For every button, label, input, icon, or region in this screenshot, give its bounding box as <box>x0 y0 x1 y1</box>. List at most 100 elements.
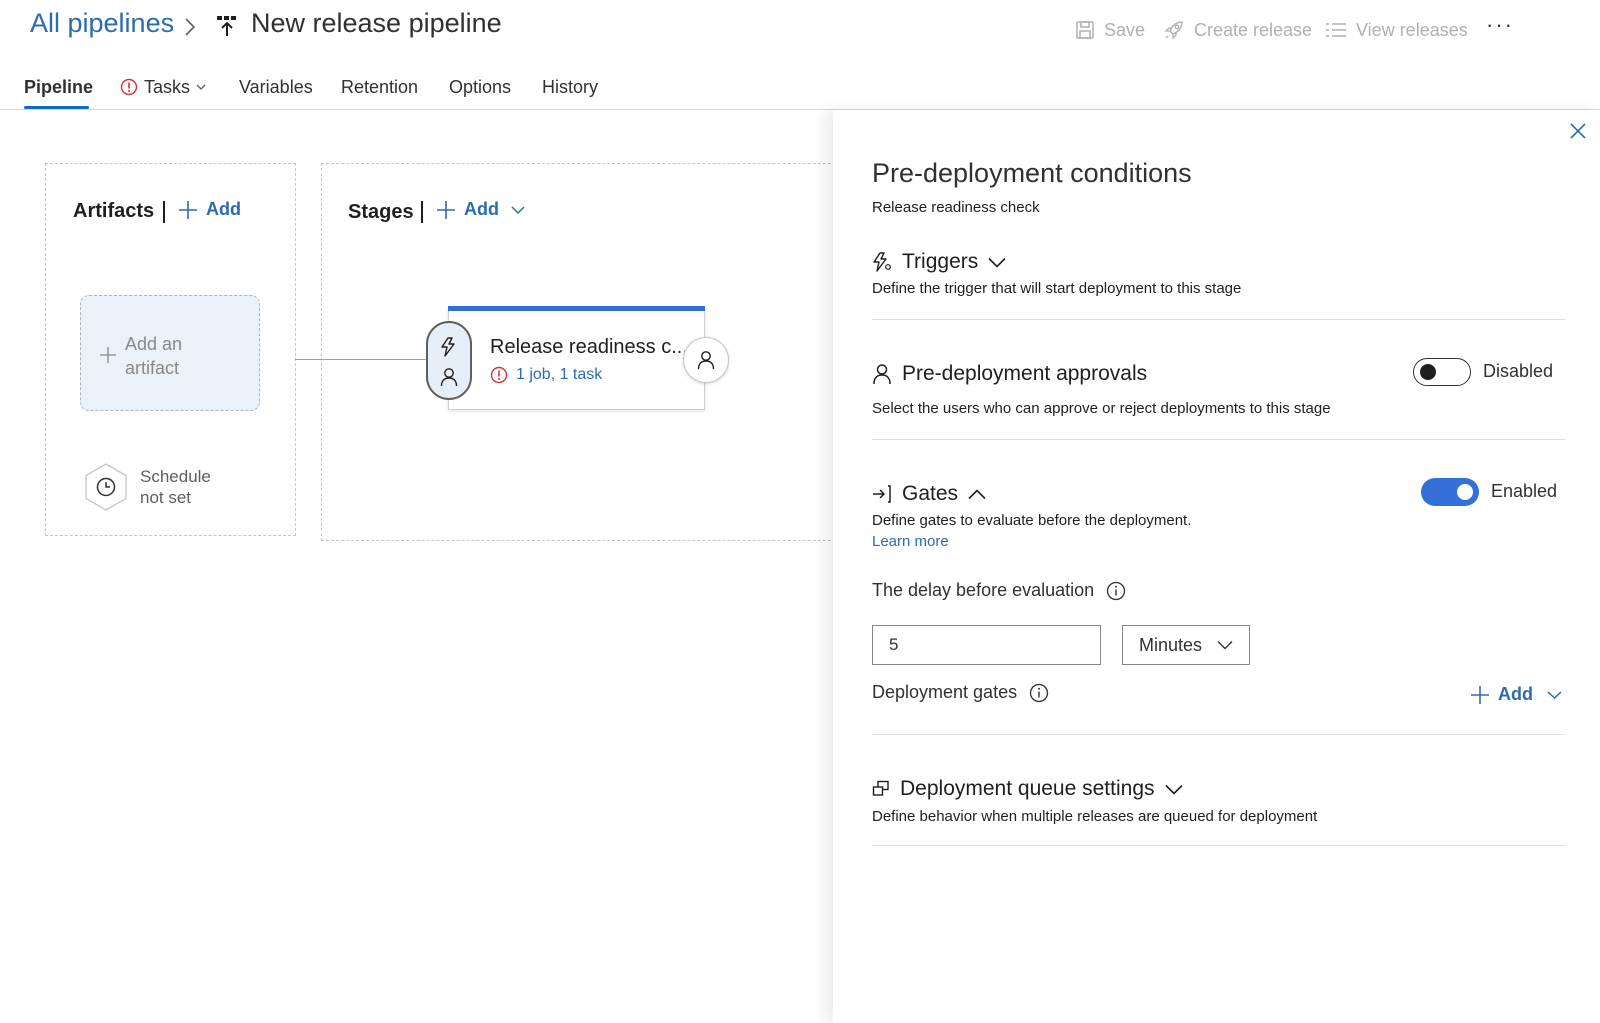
artifact-stage-connector <box>295 359 427 360</box>
info-icon[interactable] <box>1106 581 1126 601</box>
chevron-down-icon <box>1217 641 1233 650</box>
chevron-down-icon <box>988 257 1006 268</box>
person-icon <box>697 351 715 370</box>
section-divider <box>872 845 1565 846</box>
add-gate-button[interactable]: Add <box>1470 684 1562 705</box>
post-deployment-conditions-button[interactable] <box>683 337 729 383</box>
add-artifact-line2: artifact <box>125 358 180 378</box>
tab-retention-label: Retention <box>341 76 419 97</box>
panel-title: Pre-deployment conditions <box>872 158 1192 188</box>
chevron-down-icon <box>511 205 525 214</box>
schedule-line2: not set <box>140 488 192 507</box>
add-artifact-line1: Add an <box>125 334 183 354</box>
create-release-button[interactable]: Create release <box>1163 16 1312 44</box>
schedule-line1: Schedule <box>140 467 211 486</box>
approvals-title: Pre-deployment approvals <box>902 362 1148 385</box>
chevron-down-icon <box>196 84 206 90</box>
stage-card[interactable] <box>448 308 705 410</box>
tab-pipeline-label: Pipeline <box>24 76 94 97</box>
schedule-icon[interactable] <box>83 462 129 512</box>
gates-title: Gates <box>902 482 959 505</box>
delay-input[interactable] <box>872 625 1101 665</box>
save-button[interactable]: Save <box>1075 16 1145 44</box>
add-stage-label: Add <box>464 199 499 219</box>
artifacts-title: Artifacts <box>73 200 155 222</box>
gates-description: Define gates to evaluate before the depl… <box>872 512 1192 529</box>
pre-deployment-conditions-pill[interactable] <box>426 321 472 400</box>
tab-pipeline[interactable]: Pipeline <box>24 72 93 102</box>
stage-name[interactable]: Release readiness c... <box>490 336 688 359</box>
save-label: Save <box>1104 19 1146 40</box>
add-artifact-text: Add an artifact <box>125 332 182 380</box>
add-gate-label: Add <box>1498 684 1533 704</box>
tab-retention[interactable]: Retention <box>341 72 418 102</box>
create-release-label: Create release <box>1194 19 1313 40</box>
queue-header[interactable]: Deployment queue settings <box>872 777 1183 801</box>
add-stage-button[interactable]: Add <box>436 199 525 220</box>
release-pipeline-icon <box>216 14 238 38</box>
deployment-gates-row: Deployment gates <box>872 682 1049 703</box>
gate-icon <box>873 485 891 503</box>
tab-history[interactable]: History <box>542 72 598 102</box>
tab-variables-label: Variables <box>239 76 313 97</box>
trigger-lightning-icon <box>873 252 891 272</box>
queue-description: Define behavior when multiple releases a… <box>872 808 1318 825</box>
triggers-header[interactable]: Triggers <box>872 250 1006 274</box>
save-icon <box>1076 21 1094 39</box>
schedule-status[interactable]: Schedule not set <box>140 466 211 508</box>
tab-options[interactable]: Options <box>449 72 511 102</box>
chevron-down-icon <box>1164 784 1183 795</box>
chevron-up-icon <box>968 488 986 499</box>
gates-toggle-label: Enabled <box>1491 481 1558 501</box>
chevron-right-icon <box>184 17 196 37</box>
deployment-gates-label: Deployment gates <box>872 682 1018 702</box>
plus-icon <box>1471 685 1489 704</box>
pipeline-title: New release pipeline <box>251 8 502 38</box>
person-icon <box>873 364 891 385</box>
learn-more-link[interactable]: Learn more <box>872 533 949 550</box>
approvals-toggle-label: Disabled <box>1483 361 1554 381</box>
gates-header[interactable]: Gates <box>872 482 986 506</box>
gates-toggle[interactable] <box>1421 478 1479 506</box>
tab-tasks[interactable]: Tasks <box>120 72 206 102</box>
tab-variables[interactable]: Variables <box>239 72 313 102</box>
plus-icon <box>99 346 117 364</box>
pre-deployment-panel <box>833 110 1600 1023</box>
delay-label-row: The delay before evaluation <box>872 580 1126 601</box>
queue-title: Deployment queue settings <box>900 777 1155 800</box>
trigger-lightning-icon <box>441 337 455 357</box>
triggers-title: Triggers <box>902 250 979 273</box>
section-divider <box>872 319 1565 320</box>
list-icon <box>1326 23 1346 37</box>
tab-options-label: Options <box>449 76 512 97</box>
view-releases-label: View releases <box>1356 19 1468 40</box>
approvals-header: Pre-deployment approvals <box>872 362 1147 386</box>
queue-icon <box>872 780 889 796</box>
section-divider <box>872 439 1565 440</box>
view-releases-button[interactable]: View releases <box>1325 16 1468 44</box>
chevron-down-icon <box>1547 690 1562 699</box>
close-icon[interactable] <box>1569 122 1587 140</box>
section-divider <box>872 734 1565 735</box>
rocket-icon <box>1164 21 1183 40</box>
delay-unit-value: Minutes <box>1139 634 1203 655</box>
plus-icon <box>437 200 455 219</box>
delay-unit-dropdown[interactable]: Minutes <box>1122 625 1250 665</box>
add-artifact-label: Add <box>206 199 241 219</box>
info-icon[interactable] <box>1029 683 1049 703</box>
approvals-toggle[interactable] <box>1413 358 1471 386</box>
triggers-description: Define the trigger that will start deplo… <box>872 280 1242 297</box>
artifacts-divider <box>163 201 165 223</box>
warning-icon <box>120 78 138 96</box>
approvals-description: Select the users who can approve or reje… <box>872 400 1331 417</box>
person-icon <box>440 368 458 387</box>
breadcrumb-all-pipelines[interactable]: All pipelines <box>30 8 174 39</box>
stages-divider <box>421 201 423 223</box>
tab-history-label: History <box>542 76 599 97</box>
add-artifact-button[interactable]: Add <box>178 199 241 220</box>
tab-tasks-label: Tasks <box>144 76 191 97</box>
stages-title: Stages <box>348 201 414 223</box>
stage-jobs-label: 1 job, 1 task <box>516 366 603 383</box>
more-actions-button[interactable]: ··· <box>1486 12 1514 38</box>
stage-jobs-link[interactable]: 1 job, 1 task <box>490 366 602 384</box>
